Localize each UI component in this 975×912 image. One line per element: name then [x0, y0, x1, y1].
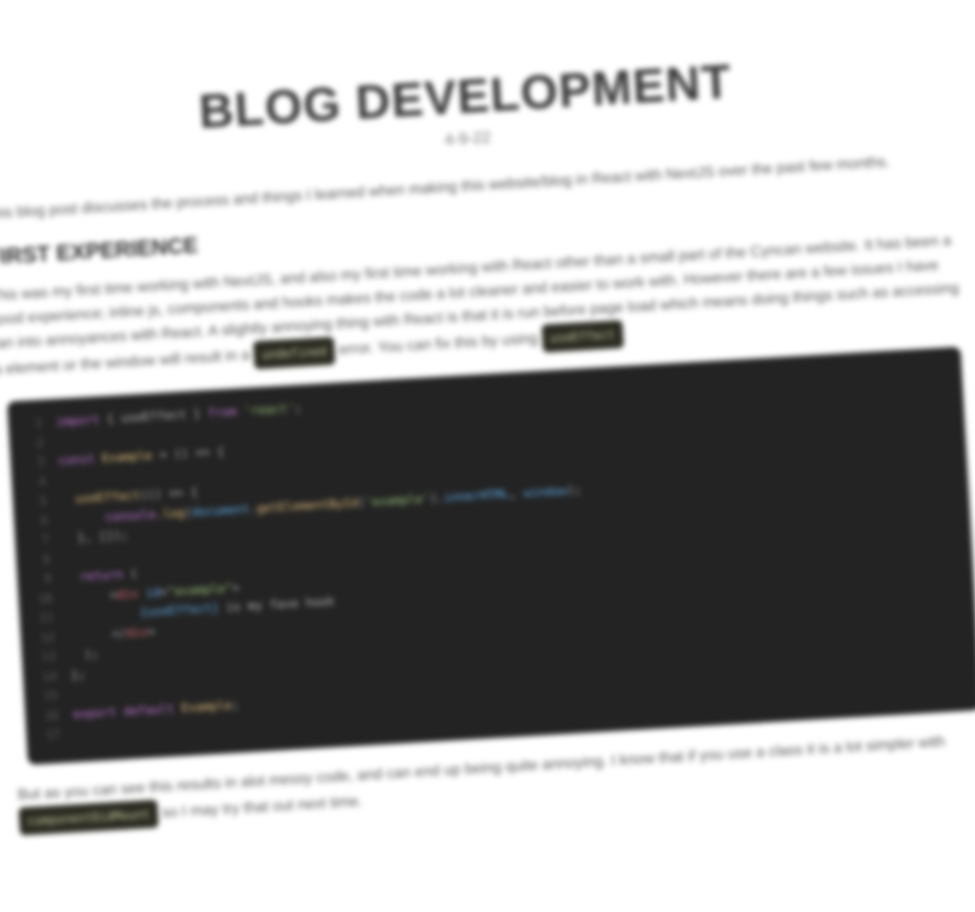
- code-token: getElementById: [256, 495, 359, 515]
- code-token: };: [70, 667, 86, 682]
- paragraph-text: error. You can fix this by using: [338, 329, 539, 359]
- code-token: ).: [429, 490, 445, 505]
- inline-code-componentdidmount: componentDidMount: [18, 799, 159, 836]
- inline-code-useeffect: useEffect: [541, 320, 624, 353]
- code-token: div: [125, 624, 149, 640]
- code-token: { useEffect }: [106, 406, 209, 426]
- code-token: Example: [180, 697, 233, 715]
- code-text: };: [70, 665, 86, 685]
- code-token: document: [191, 501, 250, 519]
- code-token: ,: [508, 485, 524, 501]
- paragraph-text: so I may try that out next time.: [161, 792, 363, 821]
- code-token: (: [129, 566, 138, 581]
- code-token: (() => {: [139, 484, 199, 503]
- code-token: from: [207, 403, 245, 421]
- line-number: 17: [45, 727, 61, 742]
- blog-post-view: BLOG DEVELOPMENT 4-9-22 This blog post d…: [0, 0, 975, 912]
- code-token: <: [65, 587, 118, 604]
- code-token: id: [145, 584, 161, 600]
- code-token: useEffect: [74, 488, 141, 506]
- code-token: {useEffect}: [139, 600, 220, 620]
- code-token: const: [58, 451, 103, 468]
- code-token: import: [55, 411, 108, 429]
- code-token: window: [523, 483, 568, 500]
- code-token: div: [116, 585, 147, 602]
- code-token: );: [69, 646, 99, 663]
- code-token: console: [104, 506, 157, 524]
- code-token: is my fave hook: [218, 594, 335, 615]
- code-text: }, []);: [62, 526, 128, 549]
- code-token: </: [68, 625, 127, 643]
- code-token: >: [147, 623, 156, 639]
- code-token: = () => {: [159, 444, 225, 462]
- code-token: 'example': [364, 490, 431, 509]
- code-text: );: [69, 645, 99, 666]
- code-token: export default: [72, 700, 182, 721]
- code-token: >: [231, 580, 240, 595]
- code-block: 1 import { useEffect } from 'react'; 2 3 co…: [7, 346, 975, 765]
- code-token: log: [162, 505, 185, 521]
- code-token: "example": [166, 580, 233, 599]
- code-token: }, []);: [62, 527, 129, 546]
- code-token: );: [566, 482, 582, 497]
- code-token: 'react': [243, 401, 295, 418]
- code-token: innerHTML: [443, 486, 510, 505]
- inline-code-undefined: undefined: [252, 336, 336, 370]
- code-token: Example: [101, 447, 160, 466]
- code-token: ;: [231, 697, 240, 712]
- code-token: ;: [293, 400, 302, 416]
- blog-post: BLOG DEVELOPMENT 4-9-22 This blog post d…: [0, 0, 975, 853]
- code-token: return: [79, 566, 131, 584]
